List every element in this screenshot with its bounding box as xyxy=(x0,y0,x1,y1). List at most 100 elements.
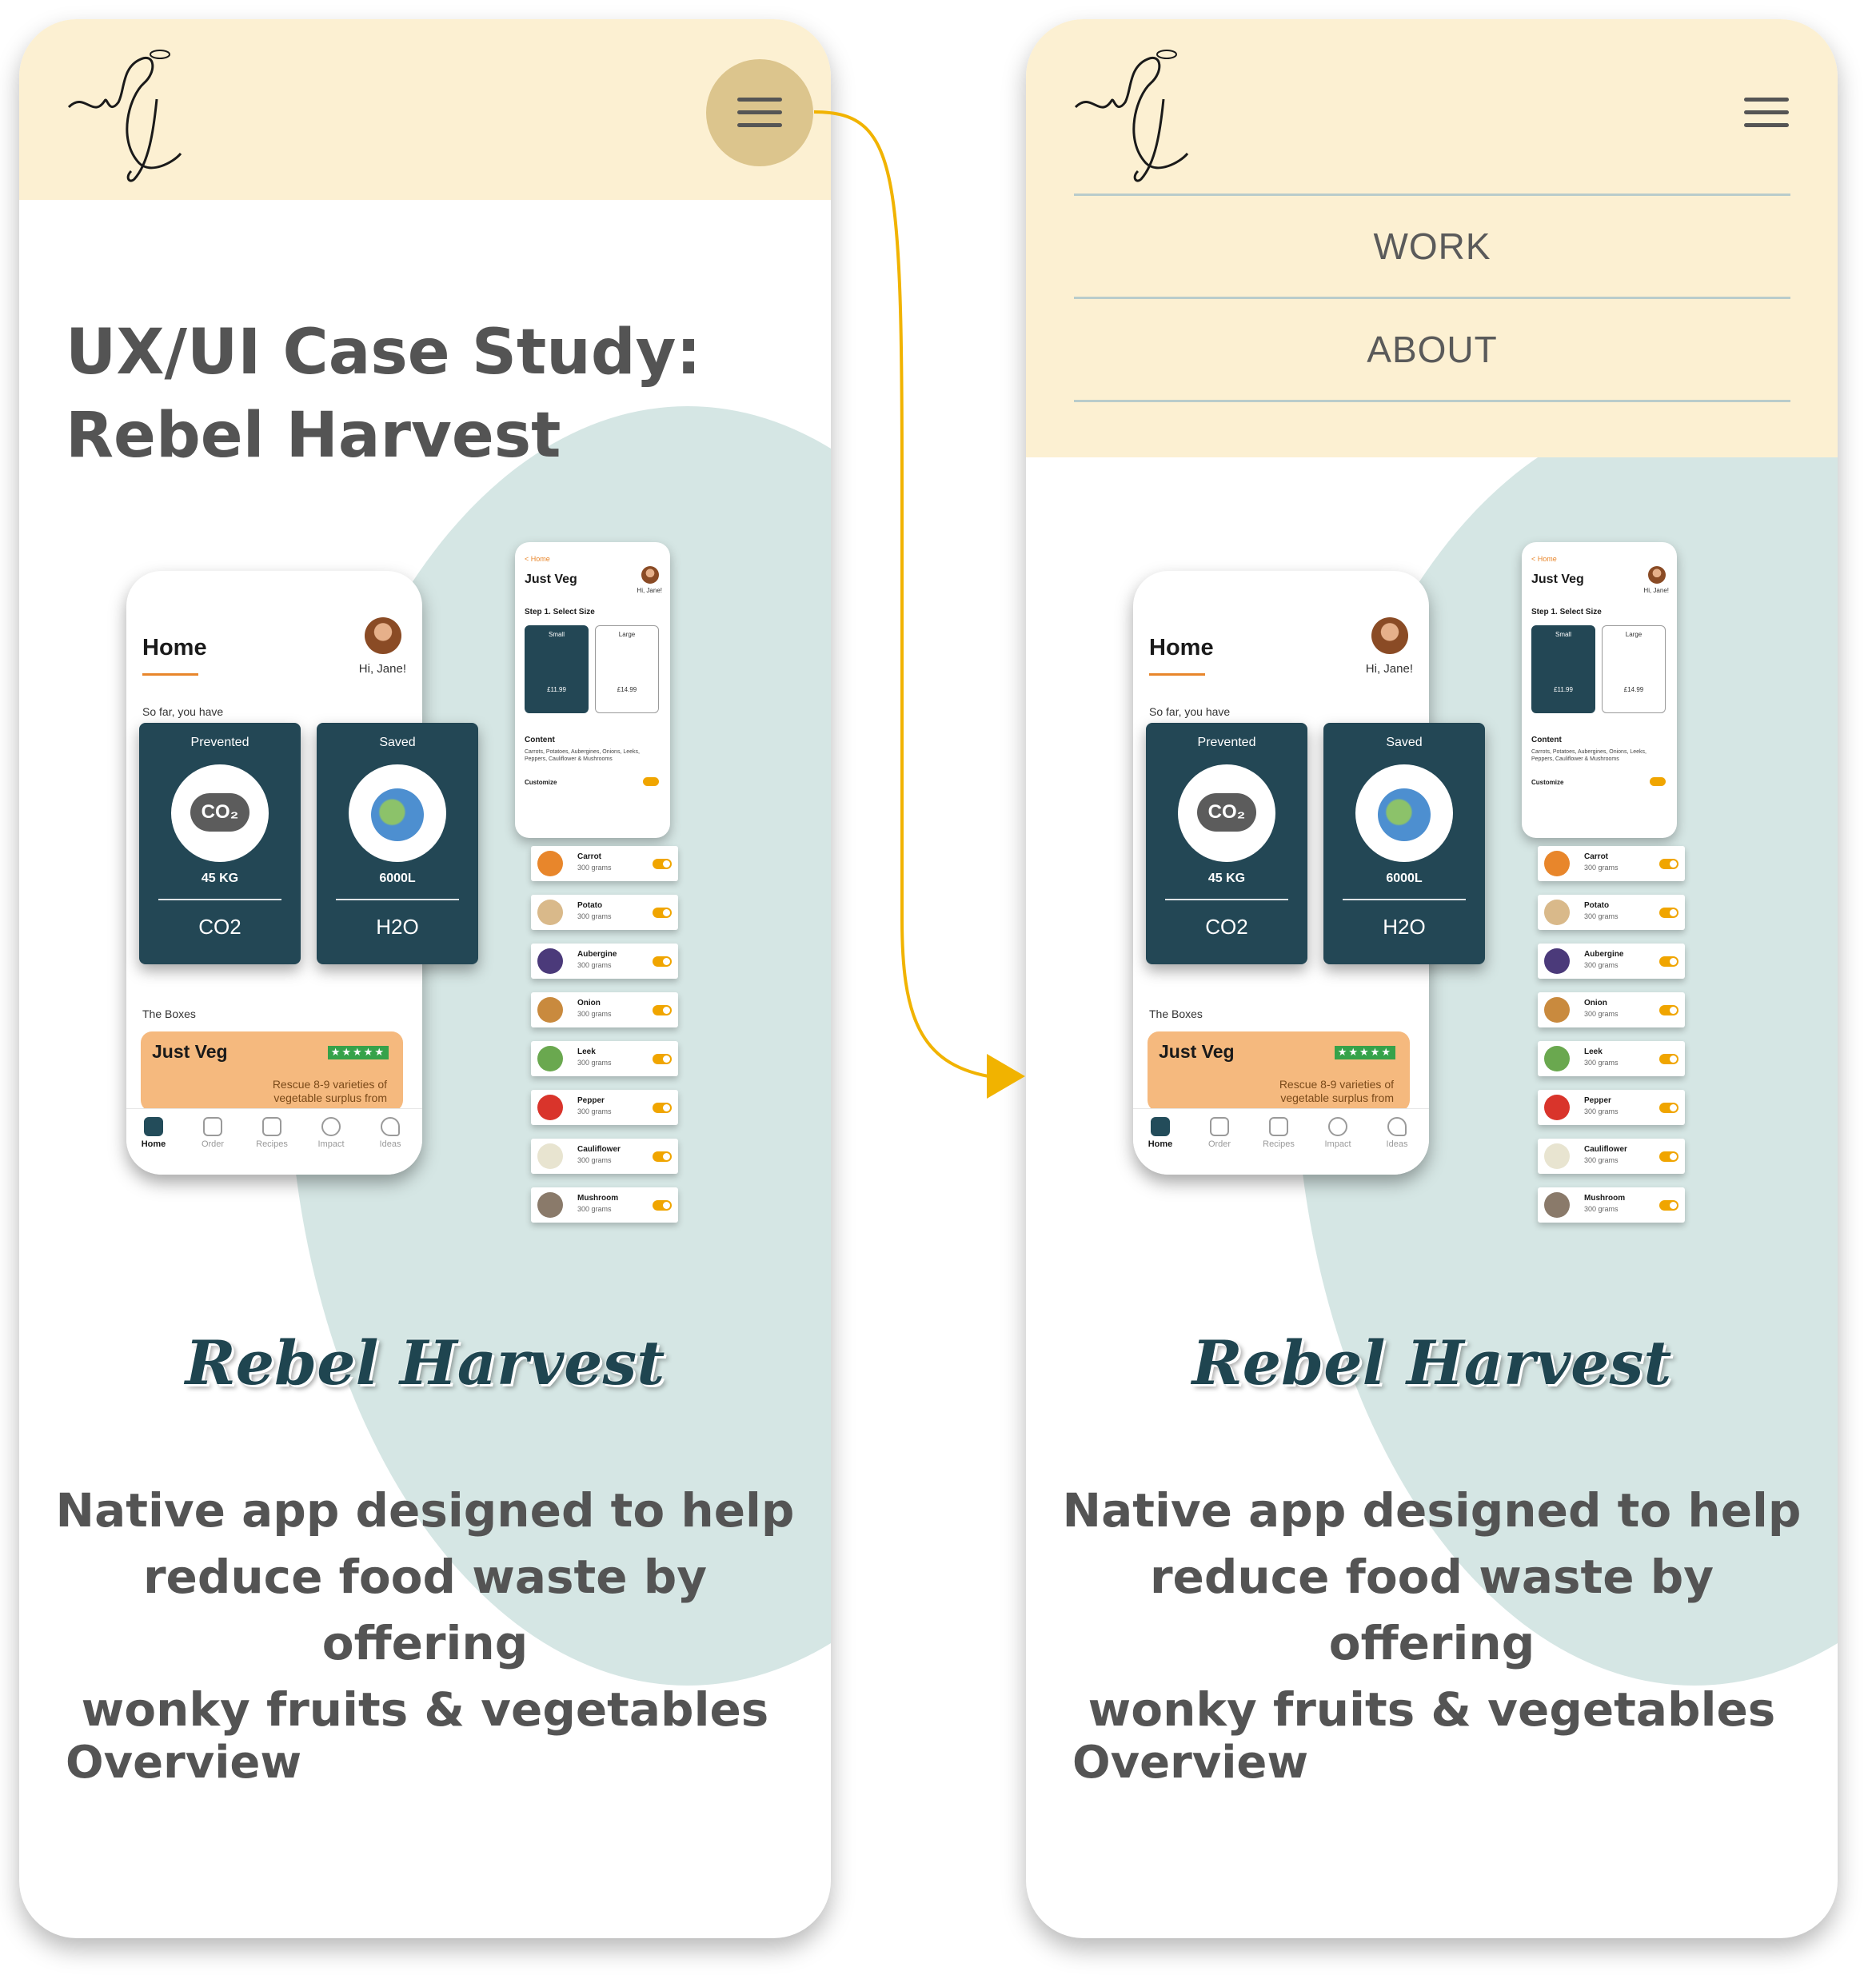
phone-screen-menu-closed: UX/UI Case Study: Rebel Harvest Home Hi,… xyxy=(19,19,831,1938)
veg-qty: 300 grams xyxy=(577,1107,612,1115)
toggle-icon xyxy=(653,1151,672,1162)
mock-box-desc: Rescue 8-9 varieties of vegetable surplu… xyxy=(272,1078,387,1104)
mock-tab-impact: Impact xyxy=(307,1117,355,1149)
mock-box-desc: Rescue 8-9 varieties of vegetable surplu… xyxy=(1279,1078,1394,1104)
vegetable-icon xyxy=(537,997,563,1023)
box-detail-mockup: < Home Just Veg Hi, Jane! Step 1. Select… xyxy=(515,542,670,838)
mock-tab-ideas: Ideas xyxy=(366,1117,414,1149)
veg-name: Carrot xyxy=(1584,852,1609,861)
veg-qty: 300 grams xyxy=(577,1205,612,1213)
toggle-icon xyxy=(1659,1103,1678,1113)
stat-label: Prevented xyxy=(190,736,249,749)
rating-stars-icon: ★★★★★ xyxy=(1334,1046,1395,1059)
vegetable-icon xyxy=(1544,1046,1570,1071)
stat-divider xyxy=(158,899,281,900)
vegetable-icon xyxy=(1544,1095,1570,1120)
veg-qty: 300 grams xyxy=(1584,1107,1619,1115)
stat-label: Saved xyxy=(1386,736,1423,749)
co2-icon: CO₂ xyxy=(1178,764,1275,862)
mock-customize-label: Customize xyxy=(1531,779,1564,786)
vegetable-icon xyxy=(1544,1192,1570,1218)
vegetable-icon xyxy=(537,1192,563,1218)
veg-qty: 300 grams xyxy=(577,1010,612,1018)
veg-item: Mushroom 300 grams xyxy=(531,1187,678,1223)
veg-item: Pepper 300 grams xyxy=(1538,1090,1685,1125)
mock-content-text: Carrots, Potatoes, Aubergines, Onions, L… xyxy=(525,749,640,762)
veg-name: Cauliflower xyxy=(1584,1145,1627,1154)
nav-menu: WORK ABOUT xyxy=(1074,194,1790,402)
hamburger-menu-button[interactable] xyxy=(706,59,813,166)
globe-icon xyxy=(1328,1117,1347,1136)
veg-item: Potato 300 grams xyxy=(531,895,678,930)
veg-qty: 300 grams xyxy=(1584,961,1619,969)
veg-qty: 300 grams xyxy=(1584,1156,1619,1164)
stat-divider xyxy=(336,899,459,900)
co2-cloud-icon: CO₂ xyxy=(1197,793,1256,832)
stat-card-saved: Saved 6000L H2O xyxy=(1323,723,1485,964)
nav-item-work[interactable]: WORK xyxy=(1074,196,1790,297)
vegetable-icon xyxy=(537,1046,563,1071)
stat-value: 6000L xyxy=(379,872,416,885)
veg-qty: 300 grams xyxy=(1584,864,1619,872)
rating-stars-icon: ★★★★★ xyxy=(327,1046,389,1059)
toggle-icon xyxy=(1659,1151,1678,1162)
toggle-icon xyxy=(653,1103,672,1113)
mock-content-label: Content xyxy=(525,736,555,744)
mock-title-underline xyxy=(1149,673,1205,676)
stat-value: 6000L xyxy=(1386,872,1423,885)
vegetable-icon xyxy=(537,1095,563,1120)
menu-bar-icon xyxy=(737,123,782,127)
mock-so-far: So far, you have xyxy=(1149,705,1231,718)
toggle-icon xyxy=(653,1200,672,1211)
mock-back-link: < Home xyxy=(525,555,550,563)
veg-item: Carrot 300 grams xyxy=(531,846,678,881)
signature-logo[interactable] xyxy=(61,43,189,187)
veg-name: Mushroom xyxy=(1584,1194,1626,1203)
veg-name: Pepper xyxy=(577,1096,605,1105)
menu-bar-icon xyxy=(1744,110,1789,114)
veg-name: Potato xyxy=(1584,901,1610,910)
veg-item: Cauliflower 300 grams xyxy=(1538,1139,1685,1174)
veg-name: Cauliflower xyxy=(577,1145,621,1154)
mock-tab-impact: Impact xyxy=(1314,1117,1362,1149)
signature-logo[interactable] xyxy=(1068,43,1195,187)
veg-item: Onion 300 grams xyxy=(531,992,678,1027)
stat-card-prevented: Prevented CO₂ 45 KG CO2 xyxy=(1146,723,1307,964)
site-header xyxy=(19,19,831,200)
veg-item: Leek 300 grams xyxy=(531,1041,678,1076)
veg-name: Potato xyxy=(577,901,603,910)
veg-item: Aubergine 300 grams xyxy=(531,944,678,979)
veg-name: Aubergine xyxy=(577,950,617,959)
brand-script-logo: Rebel Harvest xyxy=(1191,1327,1672,1398)
mock-greeting: Hi, Jane! xyxy=(1365,662,1413,676)
size-option-small: Small £11.99 xyxy=(1531,625,1595,713)
size-option-large: Large £14.99 xyxy=(595,625,659,713)
toggle-icon xyxy=(1659,1200,1678,1211)
stat-value: 45 KG xyxy=(1207,872,1246,885)
veg-name: Leek xyxy=(1584,1047,1603,1056)
overview-heading: Overview xyxy=(66,1737,302,1789)
hamburger-menu-button[interactable] xyxy=(1713,59,1820,166)
veg-qty: 300 grams xyxy=(577,1156,612,1164)
toggle-icon xyxy=(1659,859,1678,869)
stat-label: Saved xyxy=(379,736,416,749)
brand-script-logo: Rebel Harvest xyxy=(185,1327,665,1398)
stat-unit: H2O xyxy=(376,915,419,939)
mock-tab-bar: Home Order Recipes Impact Ideas xyxy=(126,1108,422,1175)
page-title: UX/UI Case Study: Rebel Harvest xyxy=(66,311,701,477)
mock-step-label: Step 1. Select Size xyxy=(525,608,595,616)
mock-tab-home: Home xyxy=(1136,1117,1184,1149)
veg-qty: 300 grams xyxy=(1584,1010,1619,1018)
nav-divider xyxy=(1074,400,1790,402)
mock-home-title: Home xyxy=(1149,635,1214,660)
vegetable-icon xyxy=(537,1143,563,1169)
veg-name: Carrot xyxy=(577,852,602,861)
stat-unit: CO2 xyxy=(1205,915,1248,939)
phone-screen-menu-open: WORK ABOUT Home Hi, Jane! So far, you ha… xyxy=(1026,19,1838,1938)
stat-divider xyxy=(1165,899,1288,900)
heart-icon xyxy=(1387,1117,1407,1136)
stat-divider xyxy=(1343,899,1466,900)
avatar xyxy=(1648,566,1666,584)
nav-item-about[interactable]: ABOUT xyxy=(1074,299,1790,400)
earth-icon xyxy=(371,788,424,841)
